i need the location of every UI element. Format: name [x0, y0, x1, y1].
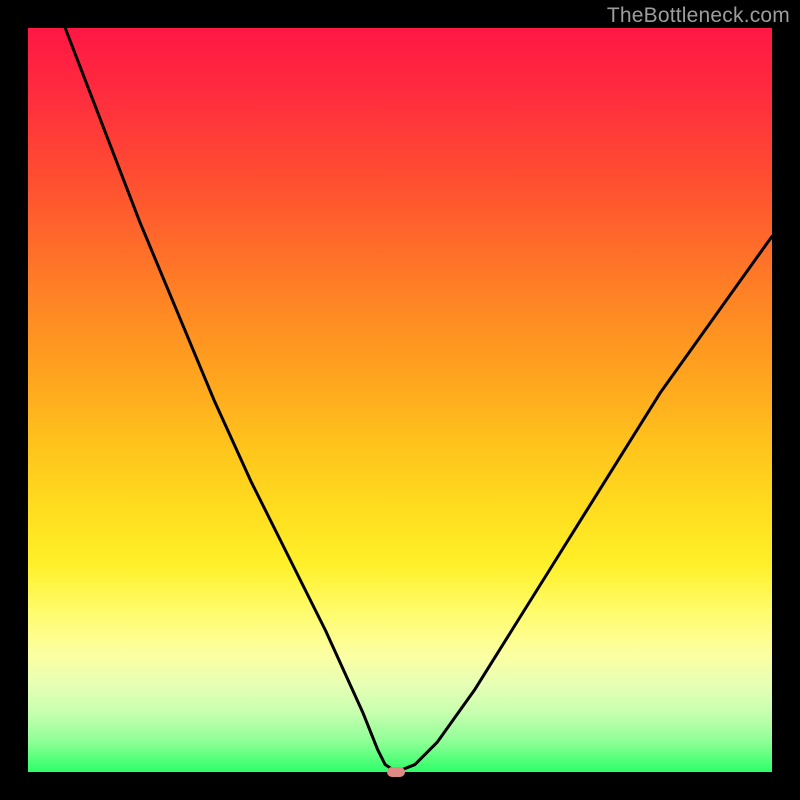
watermark-text: TheBottleneck.com: [607, 4, 790, 28]
plot-area: [28, 28, 772, 772]
bottleneck-curve: [28, 28, 772, 772]
chart-frame: TheBottleneck.com: [0, 0, 800, 800]
optimal-marker: [387, 767, 405, 777]
curve-path: [65, 28, 772, 772]
